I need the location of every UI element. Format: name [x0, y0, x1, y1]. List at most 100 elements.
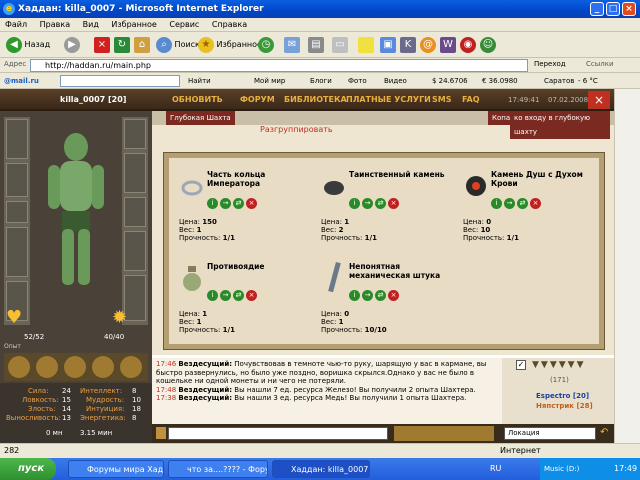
slot-helmet[interactable] — [124, 119, 146, 149]
slot-gloves[interactable] — [124, 197, 146, 227]
menu-view[interactable]: Вид — [78, 18, 104, 32]
tool-k-button[interactable]: K — [398, 36, 416, 54]
chat-input[interactable] — [168, 427, 388, 440]
mailru-search-input[interactable] — [60, 75, 180, 87]
use-icon[interactable]: i — [349, 290, 360, 301]
entrance-link[interactable]: ко входу в глубокую шахту — [510, 111, 610, 139]
menu-file[interactable]: Файл — [0, 18, 32, 32]
item-cell[interactable]: Непонятная механическая штука i → ⇄ × Цена:… — [315, 254, 455, 342]
notes-button[interactable] — [356, 36, 374, 54]
item-cell[interactable]: Противоядие i → ⇄ × Цена: 1 Вес: 1 Прочност… — [173, 254, 313, 342]
nav-faq[interactable]: FAQ — [462, 89, 480, 111]
page-scrollbar[interactable] — [614, 89, 640, 443]
task-forum[interactable]: Форумы мира Хадда... — [68, 460, 164, 478]
ability-3-icon[interactable] — [64, 356, 86, 378]
weather-city[interactable]: Саратов — [544, 73, 574, 89]
chat-author[interactable]: Вездесущий: — [178, 394, 232, 402]
back-button[interactable]: ◀ Назад — [4, 36, 50, 54]
nav-paid-services[interactable]: ПЛАТНЫЕ УСЛУГИ — [346, 89, 431, 111]
home-button[interactable]: ⌂ — [132, 36, 150, 54]
video-link[interactable]: Видео — [384, 73, 407, 89]
go-button[interactable]: Переход — [534, 60, 566, 68]
online-player[interactable]: Няпстрик [28] — [536, 402, 593, 410]
ability-1-icon[interactable] — [8, 356, 30, 378]
regroup-link[interactable]: Разгруппировать — [260, 125, 333, 134]
close-window-button[interactable]: × — [622, 2, 636, 16]
search-button[interactable]: ⌕ Поиск — [154, 36, 200, 54]
nav-forum[interactable]: ФОРУМ — [240, 89, 275, 111]
slot-weapon[interactable] — [6, 119, 28, 159]
use-icon[interactable]: i — [207, 290, 218, 301]
give-icon[interactable]: ⇄ — [233, 198, 244, 209]
use-icon[interactable]: i — [207, 198, 218, 209]
maximize-button[interactable]: □ — [606, 2, 620, 16]
task-forum2[interactable]: что за....???? - Фору... — [168, 460, 268, 478]
blogs-link[interactable]: Блоги — [310, 73, 332, 89]
photo-link[interactable]: Фото — [348, 73, 367, 89]
ability-4-icon[interactable] — [92, 356, 114, 378]
move-icon[interactable]: → — [504, 198, 515, 209]
music-drive[interactable]: Music (D:) — [544, 465, 579, 473]
use-icon[interactable]: i — [349, 198, 360, 209]
slot-legs[interactable] — [6, 227, 28, 277]
menu-edit[interactable]: Правка — [35, 18, 75, 32]
menu-tools[interactable]: Сервис — [164, 18, 204, 32]
chat-tools-icons[interactable] — [394, 426, 494, 441]
give-icon[interactable]: ⇄ — [517, 198, 528, 209]
nav-library[interactable]: БИБЛИОТЕКА — [284, 89, 347, 111]
give-icon[interactable]: ⇄ — [375, 290, 386, 301]
item-cell[interactable]: Часть кольца Императора i → ⇄ × Цена: 150 В… — [173, 162, 313, 250]
ability-2-icon[interactable] — [36, 356, 58, 378]
undo-icon[interactable]: ↶ — [600, 427, 608, 438]
at-button[interactable]: @ — [418, 36, 436, 54]
edit-button[interactable]: ▭ — [330, 36, 348, 54]
refresh-game-button[interactable]: ОБНОВИТЬ — [172, 89, 223, 111]
favorites-button[interactable]: ★ Избранное — [196, 36, 262, 54]
minimize-button[interactable]: _ — [590, 2, 604, 16]
move-icon[interactable]: → — [220, 290, 231, 301]
player-name[interactable]: killa_0007 [20] — [60, 89, 126, 111]
nav-sms[interactable]: SMS — [432, 89, 451, 111]
delete-icon[interactable]: × — [246, 290, 257, 301]
slot-armor[interactable] — [6, 163, 28, 197]
stop-button[interactable]: × — [92, 36, 110, 54]
history-button[interactable]: ◷ — [256, 36, 274, 54]
filter-checkbox[interactable]: ✓ — [516, 360, 526, 370]
slot-offhand[interactable] — [124, 275, 146, 321]
links-label[interactable]: Ссылки — [586, 60, 614, 68]
start-button[interactable]: пуск — [0, 458, 56, 480]
move-icon[interactable]: → — [362, 198, 373, 209]
slot-shield[interactable] — [124, 153, 146, 193]
move-icon[interactable]: → — [220, 198, 231, 209]
online-player[interactable]: Espectro [20] — [536, 392, 589, 400]
mail-button[interactable]: ✉ — [282, 36, 300, 54]
give-icon[interactable]: ⇄ — [375, 198, 386, 209]
messenger-button[interactable]: ▣ — [378, 36, 396, 54]
slot-belt[interactable] — [6, 201, 28, 223]
tool-circle-button[interactable]: ◉ — [458, 36, 476, 54]
mailru-find-button[interactable]: Найти — [188, 73, 211, 89]
delete-icon[interactable]: × — [246, 198, 257, 209]
slot-rings[interactable] — [124, 231, 146, 271]
item-cell[interactable]: Таинственный камень i → ⇄ × Цена: 1 Вес: 2 … — [315, 162, 455, 250]
forward-button[interactable]: ▶ — [62, 36, 80, 54]
delete-icon[interactable]: × — [388, 290, 399, 301]
chat-author[interactable]: Вездесущий: — [178, 360, 232, 368]
chat-author[interactable]: Вездесущий: — [178, 386, 232, 394]
messenger-users-button[interactable]: ☺ — [478, 36, 496, 54]
item-cell[interactable]: Камень Душ с Духом Крови i → ⇄ × Цена: 0 Ве… — [457, 162, 597, 250]
character-avatar[interactable] — [34, 125, 118, 295]
filter-arrows-icon[interactable]: ▼▼▼▼▼▼ — [532, 360, 586, 370]
language-indicator[interactable]: RU — [490, 458, 501, 480]
use-icon[interactable]: i — [491, 198, 502, 209]
task-haddan[interactable]: Хаддан: killa_0007 -... — [272, 460, 370, 478]
chat-mode-icon[interactable] — [156, 427, 166, 439]
address-input[interactable]: http://haddan.ru/main.php — [30, 59, 528, 72]
move-icon[interactable]: → — [362, 290, 373, 301]
menu-favorites[interactable]: Избранное — [106, 18, 161, 32]
ability-5-icon[interactable] — [120, 356, 142, 378]
delete-icon[interactable]: × — [530, 198, 541, 209]
location-select[interactable]: Локация — [504, 427, 596, 440]
mailru-logo[interactable]: @mail.ru — [4, 73, 39, 89]
mymir-link[interactable]: Мой мир — [254, 73, 285, 89]
